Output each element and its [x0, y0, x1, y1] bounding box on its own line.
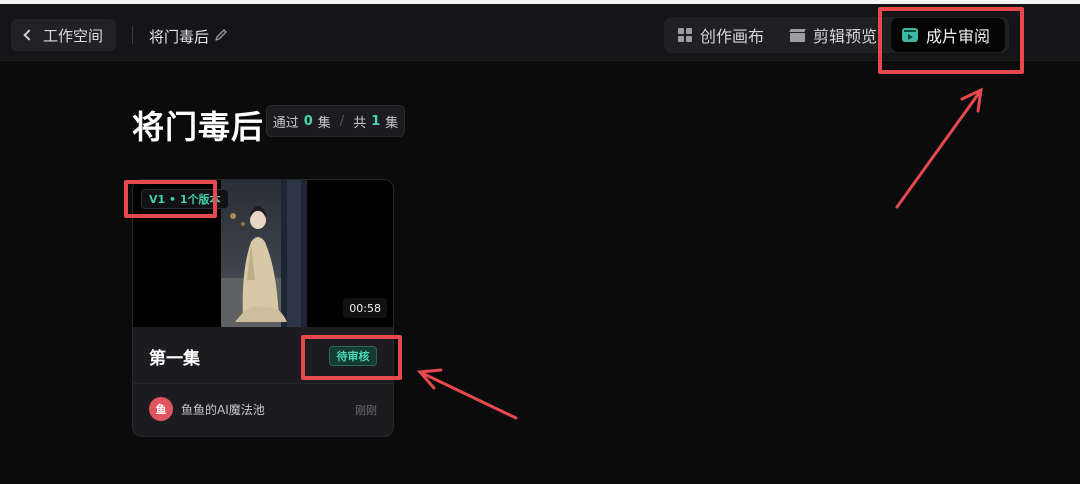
annotation-arrows	[416, 87, 983, 420]
